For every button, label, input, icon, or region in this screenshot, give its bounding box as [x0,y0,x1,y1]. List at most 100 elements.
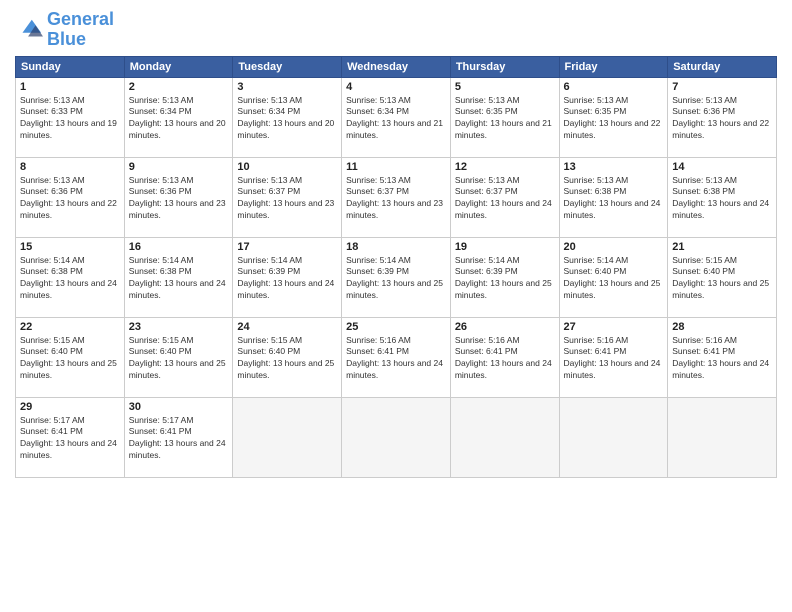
day-info: Sunrise: 5:13 AMSunset: 6:35 PMDaylight:… [564,95,664,143]
day-number: 10 [237,161,337,173]
day-info: Sunrise: 5:15 AMSunset: 6:40 PMDaylight:… [672,255,772,303]
table-row: 12 Sunrise: 5:13 AMSunset: 6:37 PMDaylig… [450,157,559,237]
day-number: 14 [672,161,772,173]
header-friday: Friday [559,56,668,77]
day-info: Sunrise: 5:15 AMSunset: 6:40 PMDaylight:… [20,335,120,383]
day-info: Sunrise: 5:13 AMSunset: 6:37 PMDaylight:… [237,175,337,223]
calendar-week-row: 8 Sunrise: 5:13 AMSunset: 6:36 PMDayligh… [16,157,777,237]
header: General Blue [15,10,777,50]
day-number: 22 [20,321,120,333]
logo-text: General Blue [47,10,114,50]
header-thursday: Thursday [450,56,559,77]
day-number: 24 [237,321,337,333]
table-row: 3 Sunrise: 5:13 AMSunset: 6:34 PMDayligh… [233,77,342,157]
day-info: Sunrise: 5:15 AMSunset: 6:40 PMDaylight:… [129,335,229,383]
table-row: 5 Sunrise: 5:13 AMSunset: 6:35 PMDayligh… [450,77,559,157]
table-row: 30 Sunrise: 5:17 AMSunset: 6:41 PMDaylig… [124,397,233,477]
table-row: 15 Sunrise: 5:14 AMSunset: 6:38 PMDaylig… [16,237,125,317]
day-number: 11 [346,161,446,173]
day-info: Sunrise: 5:13 AMSunset: 6:36 PMDaylight:… [20,175,120,223]
day-info: Sunrise: 5:13 AMSunset: 6:34 PMDaylight:… [237,95,337,143]
day-info: Sunrise: 5:13 AMSunset: 6:34 PMDaylight:… [129,95,229,143]
day-info: Sunrise: 5:15 AMSunset: 6:40 PMDaylight:… [237,335,337,383]
table-row [450,397,559,477]
day-info: Sunrise: 5:16 AMSunset: 6:41 PMDaylight:… [564,335,664,383]
table-row: 25 Sunrise: 5:16 AMSunset: 6:41 PMDaylig… [342,317,451,397]
calendar-week-row: 15 Sunrise: 5:14 AMSunset: 6:38 PMDaylig… [16,237,777,317]
day-number: 29 [20,401,120,413]
day-info: Sunrise: 5:13 AMSunset: 6:38 PMDaylight:… [564,175,664,223]
day-info: Sunrise: 5:16 AMSunset: 6:41 PMDaylight:… [672,335,772,383]
header-monday: Monday [124,56,233,77]
day-number: 3 [237,81,337,93]
table-row: 1 Sunrise: 5:13 AMSunset: 6:33 PMDayligh… [16,77,125,157]
table-row [668,397,777,477]
day-info: Sunrise: 5:13 AMSunset: 6:34 PMDaylight:… [346,95,446,143]
day-number: 1 [20,81,120,93]
day-info: Sunrise: 5:16 AMSunset: 6:41 PMDaylight:… [346,335,446,383]
day-info: Sunrise: 5:13 AMSunset: 6:36 PMDaylight:… [672,95,772,143]
day-number: 18 [346,241,446,253]
table-row: 18 Sunrise: 5:14 AMSunset: 6:39 PMDaylig… [342,237,451,317]
table-row: 24 Sunrise: 5:15 AMSunset: 6:40 PMDaylig… [233,317,342,397]
table-row [559,397,668,477]
day-info: Sunrise: 5:13 AMSunset: 6:38 PMDaylight:… [672,175,772,223]
calendar-week-row: 29 Sunrise: 5:17 AMSunset: 6:41 PMDaylig… [16,397,777,477]
day-number: 12 [455,161,555,173]
day-number: 4 [346,81,446,93]
table-row: 2 Sunrise: 5:13 AMSunset: 6:34 PMDayligh… [124,77,233,157]
header-tuesday: Tuesday [233,56,342,77]
day-number: 15 [20,241,120,253]
day-number: 23 [129,321,229,333]
day-number: 16 [129,241,229,253]
table-row: 22 Sunrise: 5:15 AMSunset: 6:40 PMDaylig… [16,317,125,397]
day-number: 7 [672,81,772,93]
day-number: 28 [672,321,772,333]
table-row [233,397,342,477]
logo: General Blue [15,10,114,50]
table-row: 17 Sunrise: 5:14 AMSunset: 6:39 PMDaylig… [233,237,342,317]
header-sunday: Sunday [16,56,125,77]
table-row: 7 Sunrise: 5:13 AMSunset: 6:36 PMDayligh… [668,77,777,157]
day-info: Sunrise: 5:14 AMSunset: 6:38 PMDaylight:… [129,255,229,303]
day-info: Sunrise: 5:13 AMSunset: 6:37 PMDaylight:… [455,175,555,223]
table-row: 16 Sunrise: 5:14 AMSunset: 6:38 PMDaylig… [124,237,233,317]
calendar-week-row: 1 Sunrise: 5:13 AMSunset: 6:33 PMDayligh… [16,77,777,157]
table-row: 11 Sunrise: 5:13 AMSunset: 6:37 PMDaylig… [342,157,451,237]
header-wednesday: Wednesday [342,56,451,77]
table-row: 29 Sunrise: 5:17 AMSunset: 6:41 PMDaylig… [16,397,125,477]
weekday-header-row: Sunday Monday Tuesday Wednesday Thursday… [16,56,777,77]
table-row: 19 Sunrise: 5:14 AMSunset: 6:39 PMDaylig… [450,237,559,317]
day-info: Sunrise: 5:16 AMSunset: 6:41 PMDaylight:… [455,335,555,383]
day-number: 8 [20,161,120,173]
day-info: Sunrise: 5:13 AMSunset: 6:37 PMDaylight:… [346,175,446,223]
table-row: 27 Sunrise: 5:16 AMSunset: 6:41 PMDaylig… [559,317,668,397]
logo-icon [15,16,43,44]
day-number: 30 [129,401,229,413]
table-row: 4 Sunrise: 5:13 AMSunset: 6:34 PMDayligh… [342,77,451,157]
day-info: Sunrise: 5:17 AMSunset: 6:41 PMDaylight:… [20,415,120,463]
day-info: Sunrise: 5:13 AMSunset: 6:35 PMDaylight:… [455,95,555,143]
day-info: Sunrise: 5:17 AMSunset: 6:41 PMDaylight:… [129,415,229,463]
table-row: 10 Sunrise: 5:13 AMSunset: 6:37 PMDaylig… [233,157,342,237]
day-info: Sunrise: 5:14 AMSunset: 6:39 PMDaylight:… [346,255,446,303]
table-row: 28 Sunrise: 5:16 AMSunset: 6:41 PMDaylig… [668,317,777,397]
day-info: Sunrise: 5:14 AMSunset: 6:40 PMDaylight:… [564,255,664,303]
table-row: 21 Sunrise: 5:15 AMSunset: 6:40 PMDaylig… [668,237,777,317]
day-number: 6 [564,81,664,93]
table-row: 14 Sunrise: 5:13 AMSunset: 6:38 PMDaylig… [668,157,777,237]
day-number: 21 [672,241,772,253]
table-row: 20 Sunrise: 5:14 AMSunset: 6:40 PMDaylig… [559,237,668,317]
table-row: 9 Sunrise: 5:13 AMSunset: 6:36 PMDayligh… [124,157,233,237]
page: General Blue Sunday Monday Tuesday Wedne… [0,0,792,612]
day-number: 25 [346,321,446,333]
calendar-week-row: 22 Sunrise: 5:15 AMSunset: 6:40 PMDaylig… [16,317,777,397]
day-number: 19 [455,241,555,253]
day-number: 17 [237,241,337,253]
day-info: Sunrise: 5:14 AMSunset: 6:39 PMDaylight:… [237,255,337,303]
header-saturday: Saturday [668,56,777,77]
day-info: Sunrise: 5:14 AMSunset: 6:38 PMDaylight:… [20,255,120,303]
day-number: 2 [129,81,229,93]
day-number: 20 [564,241,664,253]
table-row: 13 Sunrise: 5:13 AMSunset: 6:38 PMDaylig… [559,157,668,237]
